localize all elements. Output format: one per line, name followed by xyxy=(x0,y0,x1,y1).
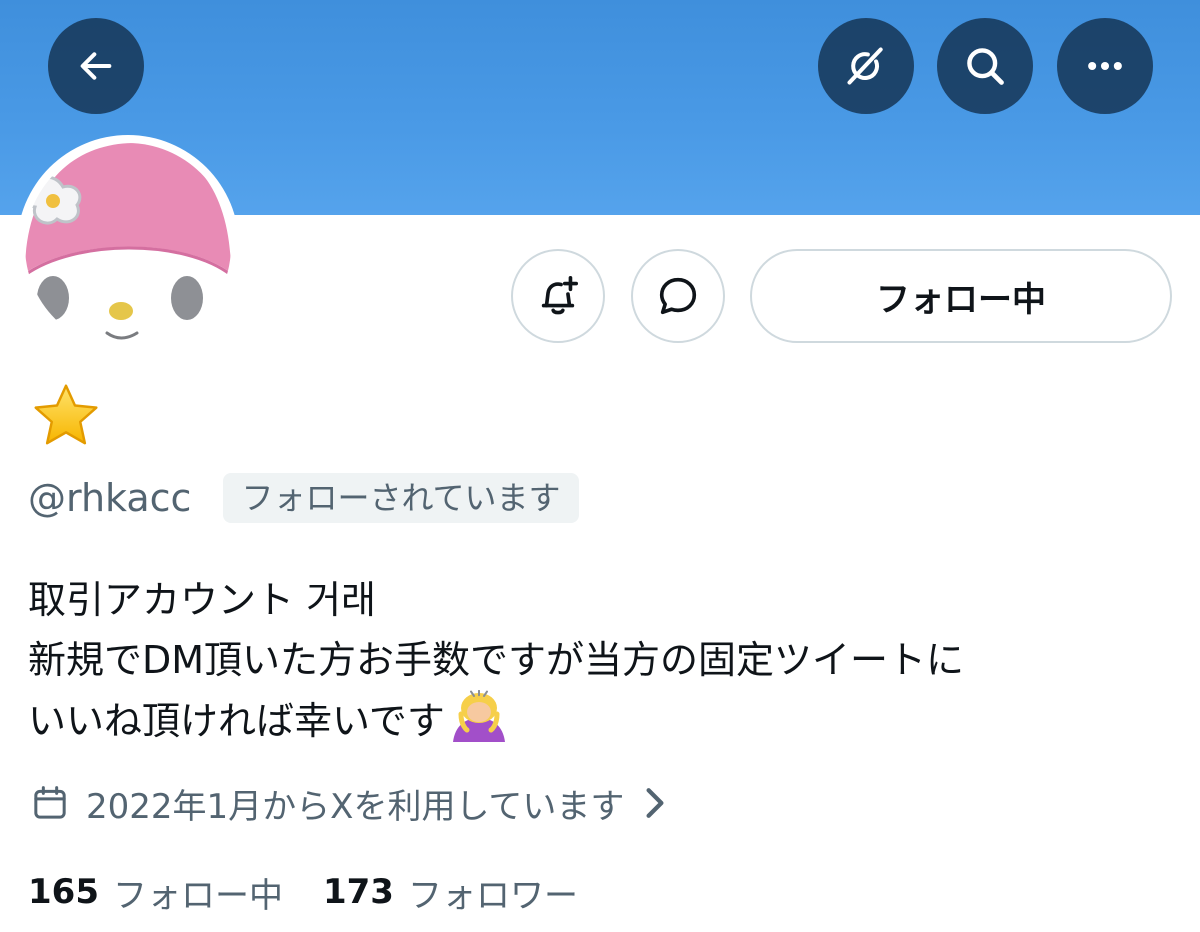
notify-button[interactable] xyxy=(511,249,605,343)
following-label: フォロー中 xyxy=(112,875,283,916)
followers-label: フォロワー xyxy=(407,875,578,916)
user-handle: @rhkacc xyxy=(28,476,192,520)
following-link[interactable]: 165 フォロー中 xyxy=(28,868,283,917)
following-count: 165 xyxy=(28,872,99,912)
joined-date-row[interactable]: 2022年1月からXを利用しています xyxy=(30,778,668,828)
calendar-icon xyxy=(34,786,66,819)
grok-button[interactable] xyxy=(818,18,914,114)
bell-plus-icon xyxy=(541,275,579,315)
chevron-right-icon xyxy=(646,788,664,818)
followers-link[interactable]: 173 フォロワー xyxy=(323,868,578,917)
arrow-left-icon xyxy=(80,52,112,80)
message-button[interactable] xyxy=(631,249,725,343)
handle-row: @rhkacc フォローされています xyxy=(28,470,579,526)
back-button[interactable] xyxy=(48,18,144,114)
following-button-label: フォロー中 xyxy=(876,279,1046,320)
grok-icon xyxy=(847,47,883,85)
star-emoji xyxy=(34,384,98,445)
bio-line: 新規でDM頂いた方お手数ですが当方の固定ツイートに xyxy=(28,638,965,682)
search-button[interactable] xyxy=(937,18,1033,114)
avatar[interactable] xyxy=(17,135,239,357)
follow-stats: 165 フォロー中 173 フォロワー xyxy=(28,865,578,919)
bio-line: 取引アカウント 거래 xyxy=(28,578,377,622)
following-button[interactable]: フォロー中 xyxy=(750,249,1172,343)
my-melody-avatar xyxy=(25,143,231,349)
bio-line-text: いいね頂ければ幸いです xyxy=(28,699,445,743)
profile-bio: 取引アカウント 거래 新規でDM頂いた方お手数ですが当方の固定ツイートに いいね… xyxy=(28,570,1178,751)
more-button[interactable] xyxy=(1057,18,1153,114)
search-icon xyxy=(967,48,1004,85)
person-bowing-emoji xyxy=(452,690,505,742)
message-bubble-icon xyxy=(659,277,697,315)
more-horizontal-icon xyxy=(1088,61,1122,71)
follows-you-badge: フォローされています xyxy=(223,473,579,523)
followers-count: 173 xyxy=(322,872,394,912)
joined-date-text: 2022年1月からXを利用しています xyxy=(86,786,625,827)
bio-line: いいね頂ければ幸いです xyxy=(28,690,1178,751)
display-name xyxy=(28,382,106,452)
